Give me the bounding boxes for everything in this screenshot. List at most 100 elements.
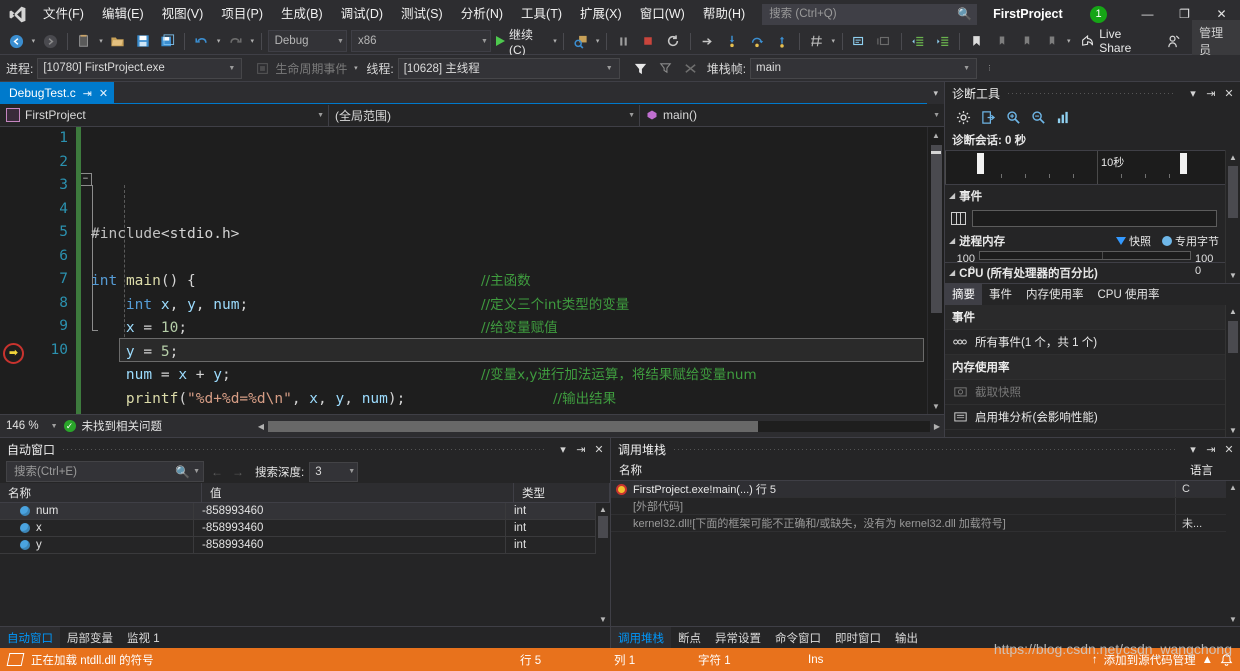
scroll-up-icon[interactable]: ▲ <box>1226 481 1240 494</box>
close-icon[interactable]: ✕ <box>590 440 608 458</box>
column-name[interactable]: 名称 <box>611 460 1182 480</box>
break-all-icon[interactable] <box>611 30 636 52</box>
search-depth-select[interactable]: 3 ▼ <box>309 461 359 482</box>
call-stack-row[interactable]: FirstProject.exe!main(...) 行 5 C <box>611 481 1226 498</box>
export-icon[interactable] <box>977 106 999 128</box>
autos-scrollbar[interactable]: ▲ ▼ <box>596 503 610 626</box>
search-input[interactable] <box>767 7 958 21</box>
scroll-thumb[interactable] <box>1228 320 1238 353</box>
code-line[interactable]: int main() {//主函数 <box>91 270 944 294</box>
menu-analyze[interactable]: 分析(N) <box>452 0 512 28</box>
code-line[interactable]: y = 5; <box>91 341 944 365</box>
notification-badge[interactable]: 1 <box>1090 5 1107 23</box>
tab-locals[interactable]: 局部变量 <box>60 627 120 648</box>
stop-debugging-icon[interactable] <box>636 30 661 52</box>
collapse-region-icon[interactable]: − <box>81 173 92 186</box>
thread-select[interactable]: [10628] 主线程 ▼ <box>397 57 620 79</box>
tab-exception-settings[interactable]: 异常设置 <box>708 627 768 648</box>
call-stack-row[interactable]: [外部代码] <box>611 498 1226 515</box>
show-next-statement-icon[interactable] <box>695 30 720 52</box>
scroll-down-icon[interactable]: ▼ <box>1226 423 1240 437</box>
scroll-up-icon[interactable]: ▲ <box>1226 305 1240 319</box>
new-item-icon[interactable] <box>72 30 97 52</box>
tab-immediate-window[interactable]: 即时窗口 <box>828 627 888 648</box>
chevron-down-icon[interactable]: ▾ <box>1184 84 1202 102</box>
status-caret-icon[interactable]: ▲ <box>1202 654 1213 666</box>
backward-dropdown-icon[interactable]: ▾ <box>29 30 38 52</box>
drag-handle[interactable] <box>674 448 1176 450</box>
code-line[interactable]: x = 10;//给变量赋值 <box>91 317 944 341</box>
column-type[interactable]: 类型 <box>514 483 610 502</box>
enable-heap-profiling-item[interactable]: 启用堆分析(会影响性能) <box>945 405 1225 430</box>
scroll-up-icon[interactable]: ▲ <box>596 503 610 516</box>
pin-icon[interactable]: ⇥ <box>1202 440 1220 458</box>
variable-value-cell[interactable]: -858993460 <box>194 503 506 519</box>
minimize-button[interactable]: — <box>1129 0 1166 28</box>
hash-lines-icon[interactable] <box>804 30 829 52</box>
overflow-icon[interactable]: ⋮ <box>985 57 994 79</box>
tab-overflow-icon[interactable]: ▾ <box>927 82 944 104</box>
hash-dropdown-icon[interactable]: ▾ <box>829 30 838 52</box>
timeline-handle-right[interactable] <box>1180 153 1187 174</box>
code-line[interactable]: int x, y, num;//定义三个int类型的变量 <box>91 294 944 318</box>
code-line[interactable]: num = x + y;//变量x,y进行加法运算，将结果赋给变量num <box>91 364 944 388</box>
continue-button[interactable]: 继续(C) <box>493 28 551 57</box>
variable-value-cell[interactable]: -858993460 <box>194 520 506 536</box>
memory-section-header[interactable]: ◢ 进程内存 快照 专用字节 <box>945 230 1225 251</box>
code-line[interactable]: #include<stdio.h> <box>91 223 944 247</box>
scroll-thumb[interactable] <box>1228 166 1238 218</box>
timeline-handle-left[interactable] <box>977 153 984 174</box>
zoom-out-icon[interactable] <box>1027 106 1049 128</box>
events-track[interactable] <box>972 209 1217 227</box>
menu-window[interactable]: 窗口(W) <box>631 0 694 28</box>
scroll-thumb[interactable] <box>598 516 608 538</box>
scroll-left-icon[interactable]: ◀ <box>254 422 268 431</box>
process-select[interactable]: [10780] FirstProject.exe ▼ <box>37 57 243 79</box>
code-text[interactable]: − #include<stdio.h> int main() {//主函数 int… <box>81 127 944 414</box>
code-line[interactable]: return 0;//返回值 <box>91 411 944 414</box>
uncomment-block-icon[interactable] <box>872 30 897 52</box>
summary-all-events-item[interactable]: 所有事件(1 个，共 1 个) <box>945 330 1225 355</box>
increase-indent-icon[interactable] <box>930 30 955 52</box>
tab-debugtest-c[interactable]: DebugTest.c ⇥ ✕ <box>0 82 115 104</box>
filter-icon[interactable] <box>628 57 653 79</box>
feedback-icon[interactable] <box>1161 30 1186 52</box>
step-over-icon[interactable] <box>745 30 770 52</box>
editor-horizontal-scrollbar[interactable]: ◀ ▶ <box>254 419 944 434</box>
tab-output[interactable]: 输出 <box>888 627 925 648</box>
bookmark-icon[interactable] <box>964 30 989 52</box>
redo-dropdown-icon[interactable]: ▾ <box>248 30 257 52</box>
redo-icon[interactable] <box>223 30 248 52</box>
solution-configuration-select[interactable]: Debug ▼ <box>267 30 347 52</box>
scroll-up-icon[interactable]: ▲ <box>1226 150 1240 164</box>
attach-dropdown-icon[interactable]: ▾ <box>593 30 602 52</box>
continue-dropdown-icon[interactable]: ▾ <box>551 30 560 52</box>
close-icon[interactable]: ✕ <box>99 87 108 100</box>
table-row[interactable]: x -858993460 int <box>0 520 596 537</box>
scroll-down-icon[interactable]: ▼ <box>596 613 610 626</box>
new-item-dropdown-icon[interactable]: ▾ <box>97 30 106 52</box>
attach-to-process-icon[interactable] <box>568 30 593 52</box>
scroll-down-icon[interactable]: ▼ <box>1226 613 1240 626</box>
scroll-down-icon[interactable]: ▼ <box>1226 269 1240 283</box>
scroll-thumb[interactable] <box>931 145 942 313</box>
autos-search-input[interactable] <box>12 464 176 479</box>
solution-platform-select[interactable]: x86 ▼ <box>350 30 491 52</box>
menu-extensions[interactable]: 扩展(X) <box>571 0 631 28</box>
chart-icon[interactable] <box>1052 106 1074 128</box>
scroll-up-icon[interactable]: ▲ <box>928 127 944 143</box>
call-stack-scrollbar[interactable]: ▲ ▼ <box>1226 481 1240 626</box>
thread-marker-icon[interactable] <box>678 57 703 79</box>
autos-search-box[interactable]: 🔍 ▼ <box>6 461 204 482</box>
diagnostics-scrollbar[interactable]: ▲ ▼ <box>1225 150 1240 283</box>
code-line[interactable]: printf("%d+%d=%d\n", x, y, num);//输出结果 <box>91 388 944 412</box>
menu-tools[interactable]: 工具(T) <box>512 0 571 28</box>
column-name[interactable]: 名称 <box>0 483 202 502</box>
pin-icon[interactable]: ⇥ <box>83 87 92 100</box>
menu-help[interactable]: 帮助(H) <box>694 0 754 28</box>
tab-watch-1[interactable]: 监视 1 <box>120 627 167 648</box>
pin-icon[interactable]: ⇥ <box>572 440 590 458</box>
menu-test[interactable]: 测试(S) <box>392 0 452 28</box>
search-next-icon[interactable]: → <box>230 465 246 479</box>
code-line[interactable] <box>91 247 944 271</box>
